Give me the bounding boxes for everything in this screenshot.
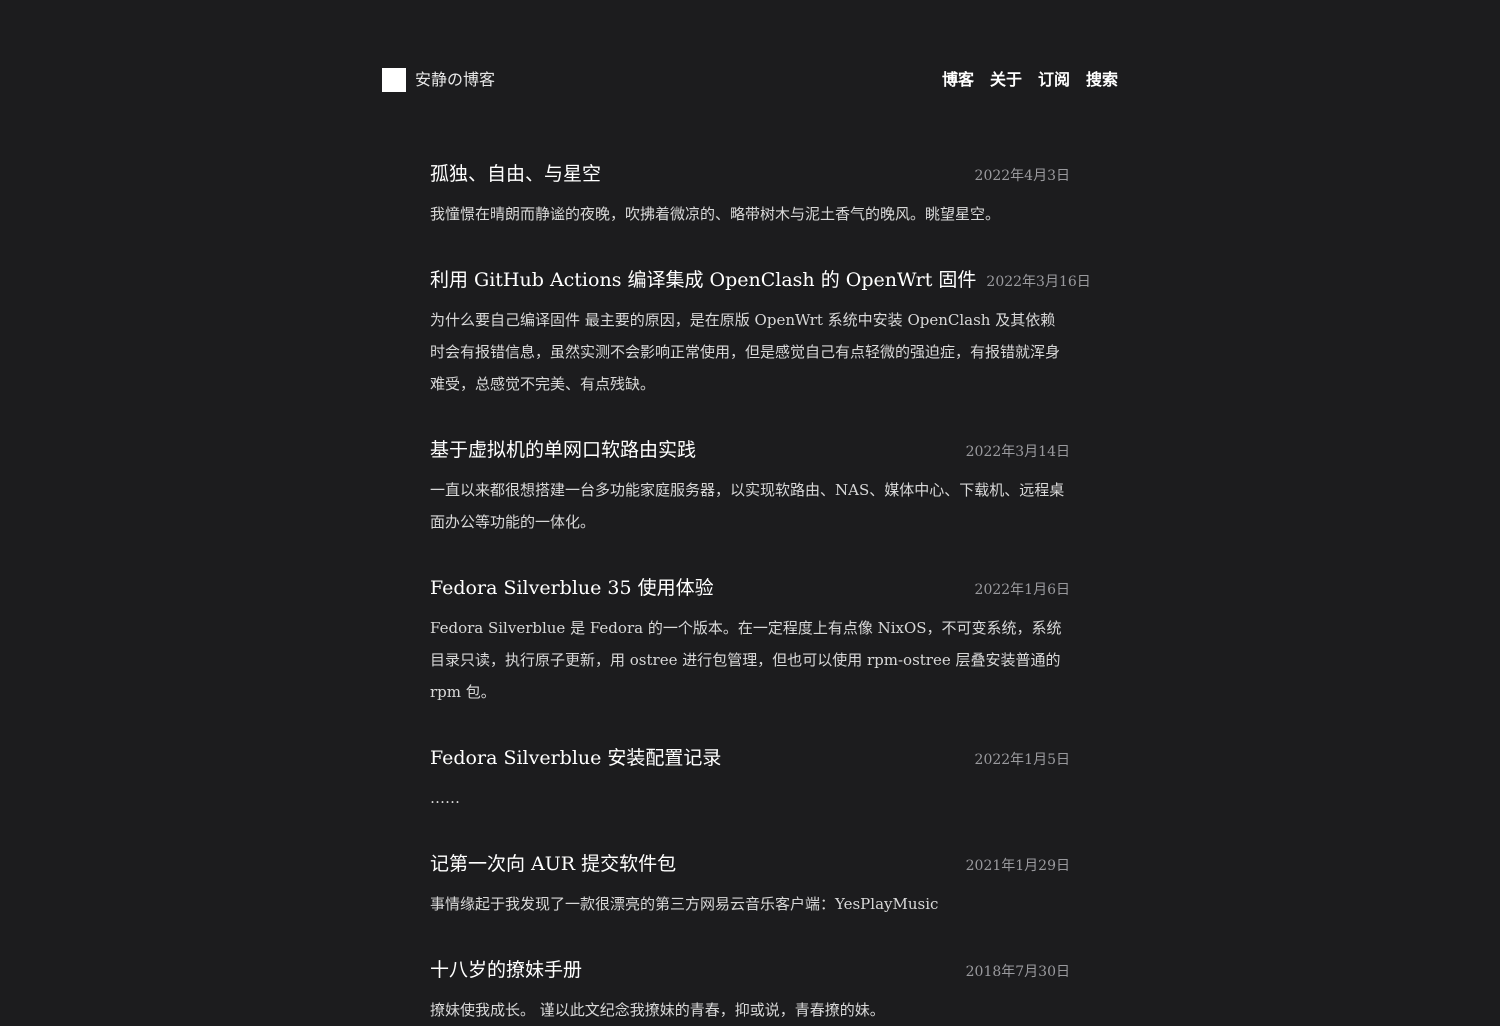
post-item: Fedora Silverblue 安装配置记录 2022年1月5日 …… (430, 744, 1070, 814)
main-nav: 博客 关于 订阅 搜索 (942, 68, 1118, 92)
post-item: 利用 GitHub Actions 编译集成 OpenClash 的 OpenW… (430, 266, 1091, 400)
post-summary: 为什么要自己编译固件 最主要的原因，是在原版 OpenWrt 系统中安装 Ope… (430, 311, 1061, 393)
post-item: Fedora Silverblue 35 使用体验 2022年1月6日 Fedo… (430, 574, 1070, 708)
post-date: 2018年7月30日 (965, 964, 1070, 980)
post-title-link[interactable]: 基于虚拟机的单网口软路由实践 (430, 436, 696, 464)
post-title-link[interactable]: 记第一次向 AUR 提交软件包 (430, 850, 676, 878)
nav-item-search[interactable]: 搜索 (1086, 68, 1118, 92)
post-summary: 撩妹使我成长。 谨以此文纪念我撩妹的青春，抑或说，青春撩的妹。 (430, 1001, 885, 1019)
post-date: 2021年1月29日 (965, 858, 1070, 874)
page-wrapper: 安静の博客 博客 关于 订阅 搜索 孤独、自由、与星空 2022年4月3日 我憧… (382, 0, 1118, 1026)
post-header: 孤独、自由、与星空 2022年4月3日 (430, 160, 1070, 188)
post-list: 孤独、自由、与星空 2022年4月3日 我憧憬在晴朗而静谧的夜晚，吹拂着微凉的、… (430, 160, 1091, 1026)
site-logo (382, 68, 406, 92)
site-title: 安静の博客 (415, 70, 496, 89)
post-summary: Fedora Silverblue 是 Fedora 的一个版本。在一定程度上有… (430, 619, 1062, 701)
post-header: 基于虚拟机的单网口软路由实践 2022年3月14日 (430, 436, 1070, 464)
post-header: Fedora Silverblue 35 使用体验 2022年1月6日 (430, 574, 1070, 602)
post-date: 2022年3月14日 (965, 444, 1070, 460)
post-summary: 一直以来都很想搭建一台多功能家庭服务器，以实现软路由、NAS、媒体中心、下载机、… (430, 481, 1065, 531)
nav-item-subscribe[interactable]: 订阅 (1038, 68, 1070, 92)
post-title-link[interactable]: 孤独、自由、与星空 (430, 160, 601, 188)
site-brand-link[interactable]: 安静の博客 (382, 68, 495, 92)
post-header: 利用 GitHub Actions 编译集成 OpenClash 的 OpenW… (430, 266, 1091, 294)
post-item: 孤独、自由、与星空 2022年4月3日 我憧憬在晴朗而静谧的夜晚，吹拂着微凉的、… (430, 160, 1070, 230)
post-item: 基于虚拟机的单网口软路由实践 2022年3月14日 一直以来都很想搭建一台多功能… (430, 436, 1070, 538)
post-summary: …… (430, 789, 460, 807)
post-date: 2022年4月3日 (974, 168, 1070, 184)
post-header: Fedora Silverblue 安装配置记录 2022年1月5日 (430, 744, 1070, 772)
nav-item-about[interactable]: 关于 (990, 68, 1022, 92)
post-summary: 事情缘起于我发现了一款很漂亮的第三方网易云音乐客户端：YesPlayMusic (430, 895, 939, 913)
post-item: 记第一次向 AUR 提交软件包 2021年1月29日 事情缘起于我发现了一款很漂… (430, 850, 1070, 920)
post-date: 2022年1月6日 (974, 582, 1070, 598)
post-title-link[interactable]: Fedora Silverblue 安装配置记录 (430, 744, 721, 772)
post-summary: 我憧憬在晴朗而静谧的夜晚，吹拂着微凉的、略带树木与泥土香气的晚风。眺望星空。 (430, 205, 1001, 223)
post-title-link[interactable]: 十八岁的撩妹手册 (430, 956, 582, 984)
post-header: 十八岁的撩妹手册 2018年7月30日 (430, 956, 1070, 984)
site-header: 安静の博客 博客 关于 订阅 搜索 (382, 0, 1118, 160)
post-item: 十八岁的撩妹手册 2018年7月30日 撩妹使我成长。 谨以此文纪念我撩妹的青春… (430, 956, 1070, 1026)
post-header: 记第一次向 AUR 提交软件包 2021年1月29日 (430, 850, 1070, 878)
nav-item-blog[interactable]: 博客 (942, 68, 974, 92)
post-title-link[interactable]: Fedora Silverblue 35 使用体验 (430, 574, 714, 602)
post-date: 2022年3月16日 (986, 274, 1091, 290)
post-date: 2022年1月5日 (974, 752, 1070, 768)
post-title-link[interactable]: 利用 GitHub Actions 编译集成 OpenClash 的 OpenW… (430, 266, 976, 294)
